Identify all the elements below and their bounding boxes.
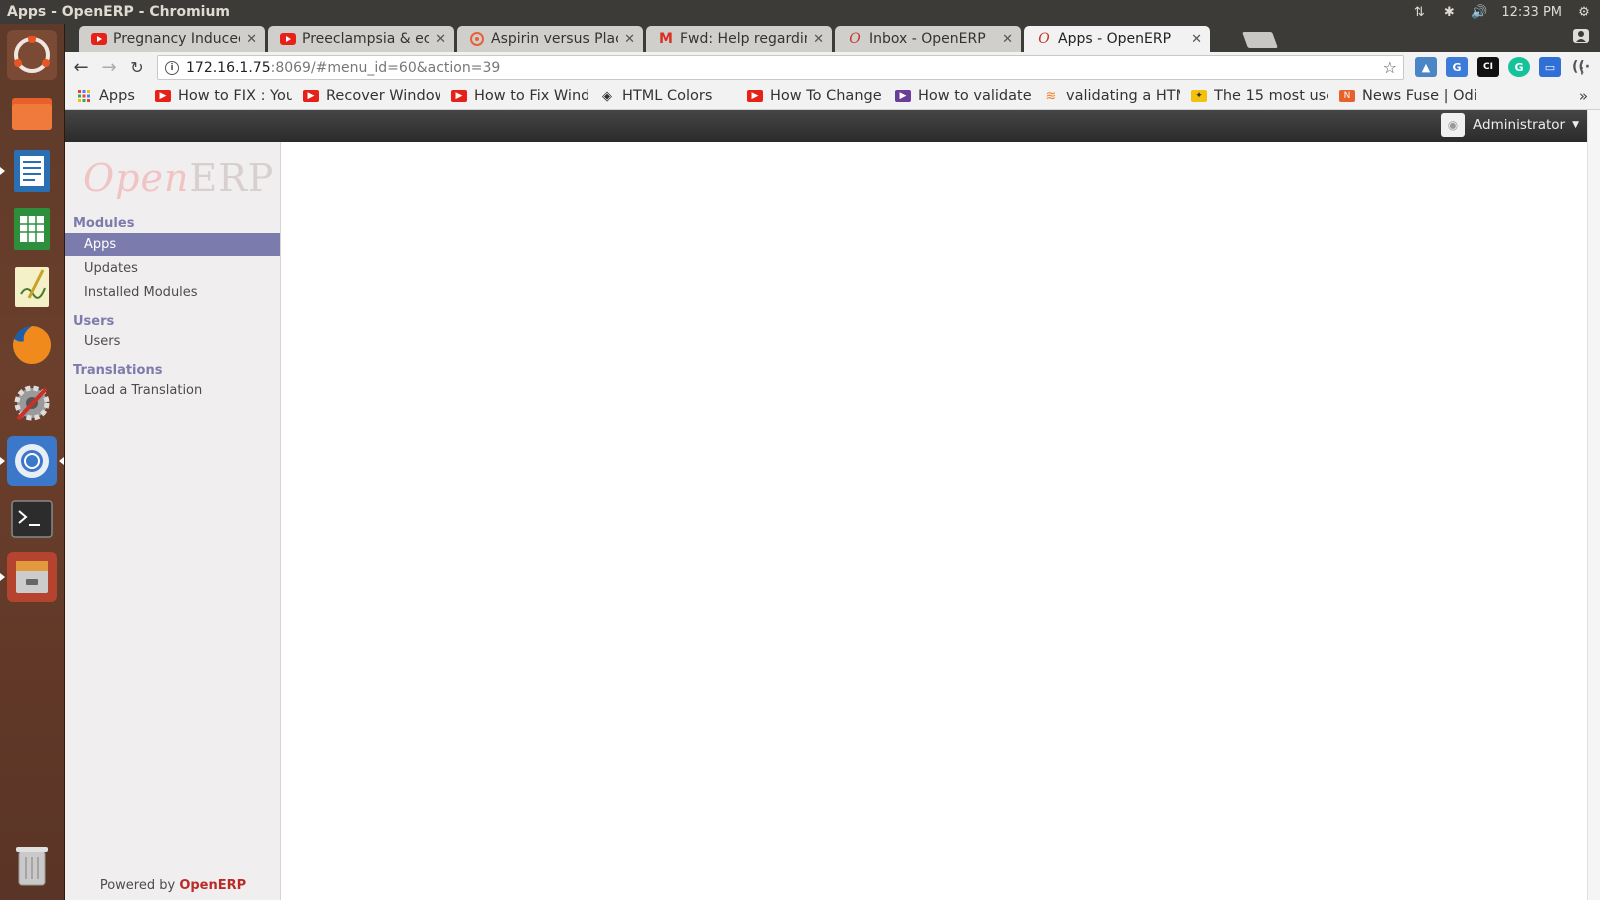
tab-strip: Pregnancy Induced✕ Preeclampsia & ecla✕ … bbox=[65, 24, 1600, 52]
bookmark-item[interactable]: ✦ The 15 most usef bbox=[1191, 88, 1328, 104]
close-icon[interactable]: ✕ bbox=[246, 32, 257, 47]
browser-toolbar: ← → ↻ i 172.16.1.75:8069/#menu_id=60&act… bbox=[65, 52, 1600, 83]
close-icon[interactable]: ✕ bbox=[1191, 32, 1202, 47]
tab-5[interactable]: O Inbox - OpenERP ✕ bbox=[835, 26, 1021, 52]
extensions: ▲ G CI G ▭ ((· ❦ bbox=[1415, 57, 1600, 77]
bookmark-item[interactable]: ≋ validating a HTM bbox=[1043, 88, 1180, 104]
bookmarks-overflow-icon[interactable]: » bbox=[1579, 87, 1588, 105]
bookmark-item[interactable]: ▶ How to validate bbox=[895, 88, 1032, 104]
youtube-icon: ▶ bbox=[747, 90, 763, 102]
browser-window: Pregnancy Induced✕ Preeclampsia & ecla✕ … bbox=[65, 24, 1600, 900]
openerp-logo[interactable]: OpenERP bbox=[83, 156, 274, 200]
tab-6-active[interactable]: O Apps - OpenERP ✕ bbox=[1024, 26, 1210, 52]
youtube-icon bbox=[280, 32, 296, 46]
menu-item-installed-modules[interactable]: Installed Modules bbox=[65, 281, 280, 304]
system-settings-icon[interactable] bbox=[7, 378, 57, 428]
openerp-icon: O bbox=[1038, 31, 1050, 47]
calc-icon[interactable] bbox=[7, 204, 57, 254]
close-icon[interactable]: ✕ bbox=[813, 32, 824, 47]
extension-grammarly-icon[interactable]: G bbox=[1508, 57, 1530, 77]
user-menu[interactable]: ◉ Administrator ▼ bbox=[1441, 112, 1579, 138]
system-tray: ⇅ ✱ 🔊 12:33 PM ⚙ bbox=[1411, 4, 1600, 20]
youtube-icon: ▶ bbox=[451, 90, 467, 102]
chromium-icon[interactable] bbox=[0, 436, 64, 486]
section-title-modules: Modules bbox=[73, 216, 135, 231]
user-name: Administrator bbox=[1473, 117, 1566, 133]
apps-grid-icon bbox=[76, 90, 92, 102]
bookmark-star-icon[interactable]: ☆ bbox=[1383, 58, 1397, 77]
writer-icon[interactable] bbox=[0, 146, 57, 196]
extension-screen-icon[interactable]: ▭ bbox=[1539, 57, 1561, 77]
erp-sidebar: OpenERP Modules Apps Updates Installed M… bbox=[65, 142, 281, 900]
youtube-icon: ▶ bbox=[155, 90, 171, 102]
diamond-icon: ◈ bbox=[602, 88, 612, 104]
bookmark-item[interactable]: ▶ How to FIX : You bbox=[155, 88, 292, 104]
close-icon[interactable]: ✕ bbox=[1002, 32, 1013, 47]
menu-item-users[interactable]: Users bbox=[65, 330, 280, 353]
extension-drive-icon[interactable]: ▲ bbox=[1415, 57, 1437, 77]
youtube-icon: ▶ bbox=[303, 90, 319, 102]
trash-icon[interactable] bbox=[7, 840, 57, 890]
files-icon[interactable] bbox=[7, 88, 57, 138]
section-title-translations: Translations bbox=[73, 363, 163, 378]
bookmark-apps[interactable]: Apps bbox=[76, 88, 144, 104]
openerp-link[interactable]: OpenERP bbox=[179, 878, 246, 893]
bookmark-item[interactable]: N News Fuse | Odi bbox=[1339, 88, 1476, 104]
chevron-down-icon: ▼ bbox=[1572, 120, 1579, 130]
new-tab-button[interactable] bbox=[1242, 32, 1278, 48]
unity-launcher bbox=[0, 24, 65, 900]
menu-item-apps[interactable]: Apps bbox=[65, 233, 280, 256]
bookmark-item[interactable]: ▶ Recover Window bbox=[303, 88, 440, 104]
reload-icon[interactable]: ↻ bbox=[123, 54, 151, 82]
bookmarks-bar: Apps ▶ How to FIX : You ▶ Recover Window ▶… bbox=[65, 83, 1600, 110]
section-title-users: Users bbox=[73, 314, 115, 329]
gmail-icon: M bbox=[659, 31, 673, 47]
tab-4[interactable]: M Fwd: Help regardin ✕ bbox=[646, 26, 832, 52]
page-scrollbar[interactable] bbox=[1587, 110, 1600, 900]
settings-gear-icon[interactable]: ⚙ bbox=[1576, 4, 1592, 20]
top-panel: Apps - OpenERP - Chromium ⇅ ✱ 🔊 12:33 PM… bbox=[0, 0, 1600, 24]
profile-icon[interactable] bbox=[1572, 28, 1592, 46]
youtube-icon bbox=[91, 32, 107, 46]
clock[interactable]: 12:33 PM bbox=[1501, 5, 1562, 20]
menu-item-load-translation[interactable]: Load a Translation bbox=[65, 379, 280, 402]
firefox-icon[interactable] bbox=[7, 320, 57, 370]
tab-2[interactable]: Preeclampsia & ecla✕ bbox=[268, 26, 454, 52]
extension-ci-icon[interactable]: CI bbox=[1477, 57, 1499, 77]
volume-icon[interactable]: 🔊 bbox=[1471, 4, 1487, 20]
extension-translate-icon[interactable]: G bbox=[1446, 57, 1468, 77]
bookmark-item[interactable]: ▶ How To Change bbox=[747, 88, 884, 104]
avatar-icon: ◉ bbox=[1441, 113, 1466, 137]
text-editor-icon[interactable] bbox=[7, 262, 57, 312]
bulb-icon: ✦ bbox=[1191, 90, 1207, 102]
bluetooth-icon[interactable]: ✱ bbox=[1441, 4, 1457, 20]
video-icon: ▶ bbox=[895, 90, 911, 102]
site-icon bbox=[469, 32, 485, 46]
forward-icon[interactable]: → bbox=[95, 54, 123, 82]
tab-1[interactable]: Pregnancy Induced ✕ bbox=[79, 26, 265, 52]
bookmark-item[interactable]: ◈ HTML Colors bbox=[599, 88, 736, 104]
network-icon[interactable]: ⇅ bbox=[1411, 4, 1427, 20]
ubuntu-dash-icon[interactable] bbox=[7, 30, 57, 80]
address-bar[interactable]: i 172.16.1.75:8069/#menu_id=60&action=39… bbox=[157, 55, 1404, 80]
back-icon[interactable]: ← bbox=[67, 54, 95, 82]
info-icon[interactable]: i bbox=[165, 60, 179, 75]
powered-by: Powered by OpenERP bbox=[99, 878, 247, 893]
browser-menu-icon[interactable]: ⋮ bbox=[1574, 58, 1590, 77]
window-title: Apps - OpenERP - Chromium bbox=[7, 4, 231, 20]
erp-topbar: ◉ Administrator ▼ bbox=[65, 110, 1587, 142]
tab-3[interactable]: Aspirin versus Plac ✕ bbox=[457, 26, 643, 52]
openerp-icon: O bbox=[849, 31, 861, 47]
bookmark-item[interactable]: ▶ How to Fix Wind bbox=[451, 88, 588, 104]
stackoverflow-icon: ≋ bbox=[1045, 88, 1057, 104]
archive-manager-icon[interactable] bbox=[0, 552, 57, 602]
news-icon: N bbox=[1339, 90, 1355, 102]
menu-item-updates[interactable]: Updates bbox=[65, 257, 280, 280]
terminal-icon[interactable] bbox=[7, 494, 57, 544]
close-icon[interactable]: ✕ bbox=[624, 32, 635, 47]
close-icon[interactable]: ✕ bbox=[435, 32, 446, 47]
